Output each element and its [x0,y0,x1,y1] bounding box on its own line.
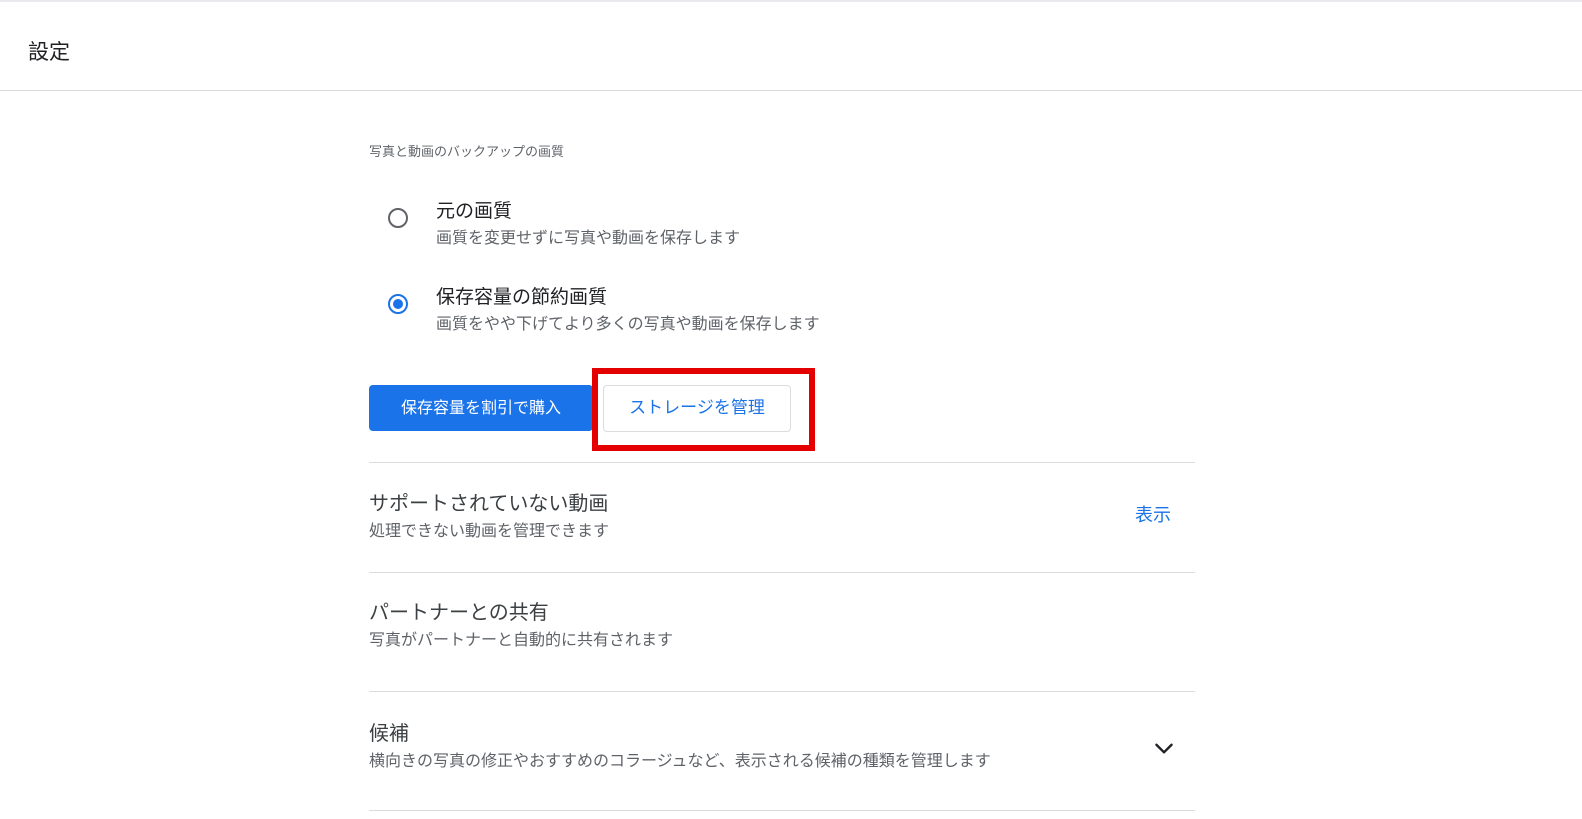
setting-unsupported-videos: サポートされていない動画 処理できない動画を管理できます 表示 [369,489,1195,549]
manage-storage-button[interactable]: ストレージを管理 [603,385,791,432]
buy-storage-button[interactable]: 保存容量を割引で購入 [369,385,593,431]
divider [369,691,1195,692]
divider [369,810,1195,811]
page-title: 設定 [28,40,70,64]
radio-option-title: 保存容量の節約画質 [436,286,608,308]
setting-description: 横向きの写真の修正やおすすめのコラージュなど、表示される候補の種類を管理します [369,751,991,770]
radio-option-description: 画質をやや下げてより多くの写真や動画を保存します [436,314,820,333]
setting-description: 写真がパートナーと自動的に共有されます [369,630,674,649]
backup-quality-label: 写真と動画のバックアップの画質 [369,145,565,160]
radio-option-original-quality[interactable]: 元の画質 画質を変更せずに写真や動画を保存します [385,196,1145,256]
setting-title: サポートされていない動画 [369,491,609,515]
radio-button-original-quality[interactable] [388,208,408,228]
radio-button-storage-saver[interactable] [388,294,408,314]
divider [369,572,1195,573]
setting-title: パートナーとの共有 [369,600,549,624]
chevron-down-icon[interactable] [1151,735,1177,761]
setting-title: 候補 [369,721,409,745]
radio-option-title: 元の画質 [436,200,513,222]
radio-option-storage-saver[interactable]: 保存容量の節約画質 画質をやや下げてより多くの写真や動画を保存します [385,282,1145,342]
setting-partner-sharing[interactable]: パートナーとの共有 写真がパートナーと自動的に共有されます [369,598,1195,658]
divider [369,462,1195,463]
setting-suggestions[interactable]: 候補 横向きの写真の修正やおすすめのコラージュなど、表示される候補の種類を管理し… [369,719,1195,779]
setting-description: 処理できない動画を管理できます [369,521,610,540]
show-unsupported-videos-link[interactable]: 表示 [1135,503,1171,529]
radio-option-description: 画質を変更せずに写真や動画を保存します [436,228,741,247]
settings-header: 設定 [0,0,1582,91]
